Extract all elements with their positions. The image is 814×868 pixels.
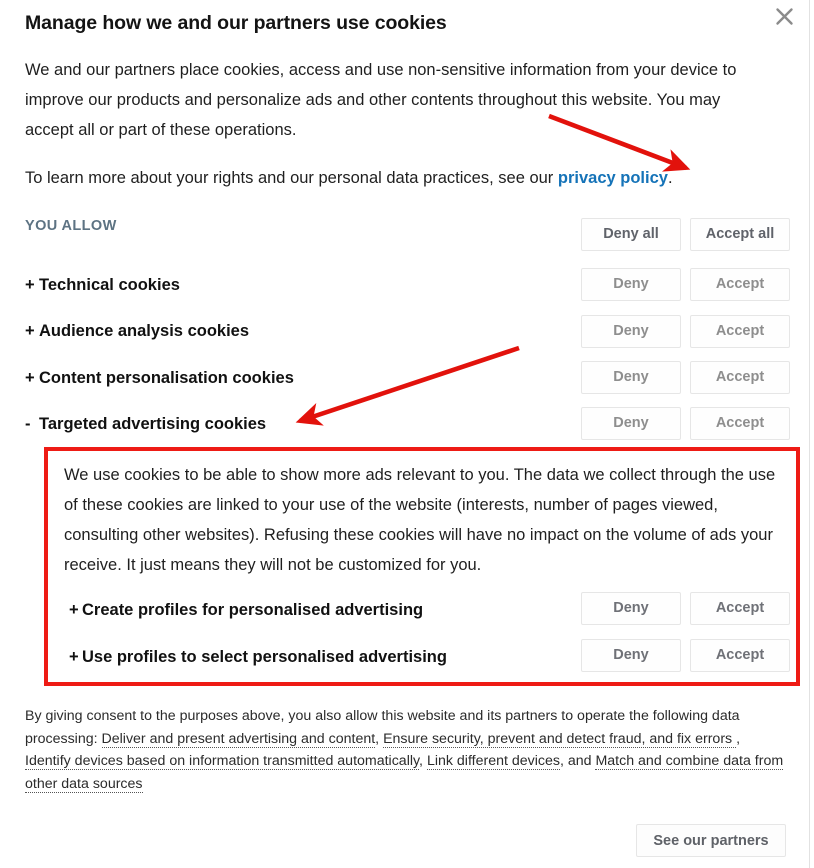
category-row-technical-cookies[interactable]: + Technical cookies <box>25 274 565 296</box>
close-icon[interactable] <box>769 1 799 31</box>
deny-button[interactable]: Deny <box>581 407 681 440</box>
category-row-content-personalisation-cookies[interactable]: + Content personalisation cookies <box>25 367 565 389</box>
sub-item-create-profiles-for-personalised-advertising[interactable]: + Create profiles for personalised advert… <box>69 599 423 621</box>
accept-all-button[interactable]: Accept all <box>690 218 790 251</box>
deny-button[interactable]: Deny <box>581 639 681 672</box>
sub-item-label: Use profiles to select personalised adve… <box>82 648 447 666</box>
privacy-policy-link[interactable]: privacy policy <box>558 169 668 187</box>
expand-toggle-icon: + <box>25 322 35 340</box>
consent-link-deliver-present-advertising[interactable]: Deliver and present advertising and cont… <box>101 730 376 748</box>
accept-button[interactable]: Accept <box>690 639 790 672</box>
sub-item-label: Create profiles for personalised adverti… <box>82 601 424 619</box>
consent-link-ensure-security[interactable]: Ensure security, prevent and detect frau… <box>383 730 737 748</box>
deny-accept-all-buttons: Deny all Accept all <box>581 218 790 251</box>
separator: , <box>419 753 427 769</box>
separator: , <box>375 730 384 747</box>
targeted-advertising-detail-panel: We use cookies to be able to show more a… <box>44 447 800 686</box>
consent-link-identify-devices[interactable]: Identify devices based on information tr… <box>25 753 420 770</box>
you-allow-label: YOU ALLOW <box>25 218 117 234</box>
accept-button[interactable]: Accept <box>690 315 790 348</box>
deny-accept-buttons-targeted-advertising-cookies: Deny Accept <box>581 407 790 440</box>
expand-toggle-icon: + <box>69 601 79 619</box>
accept-button[interactable]: Accept <box>690 407 790 440</box>
cookie-consent-dialog: Manage how we and our partners use cooki… <box>0 0 810 868</box>
category-label: Technical cookies <box>39 276 180 294</box>
detail-description: We use cookies to be able to show more a… <box>64 466 776 574</box>
page-title: Manage how we and our partners use cooki… <box>25 12 447 34</box>
deny-accept-buttons-technical-cookies: Deny Accept <box>581 268 790 301</box>
intro-paragraph-2-prefix: To learn more about your rights and our … <box>25 169 558 187</box>
separator: , <box>736 730 741 747</box>
accept-button[interactable]: Accept <box>690 268 790 301</box>
deny-button[interactable]: Deny <box>581 315 681 348</box>
accept-button[interactable]: Accept <box>690 592 790 625</box>
sub-item-use-profiles-to-select-personalised-advertising[interactable]: + Use profiles to select personalised adv… <box>69 646 447 668</box>
expand-toggle-icon: + <box>25 369 35 387</box>
intro-paragraph-1: We and our partners place cookies, acces… <box>25 61 737 139</box>
consent-footer-text: By giving consent to the purposes above,… <box>25 705 785 795</box>
category-row-audience-analysis-cookies[interactable]: + Audience analysis cookies <box>25 320 565 342</box>
see-our-partners-button[interactable]: See our partners <box>636 824 786 857</box>
category-label: Targeted advertising cookies <box>39 415 267 433</box>
category-label: Content personalisation cookies <box>39 369 294 387</box>
expand-toggle-icon: + <box>25 276 35 294</box>
accept-button[interactable]: Accept <box>690 361 790 394</box>
category-row-targeted-advertising-cookies[interactable]: - Targeted advertising cookies <box>25 413 565 435</box>
expand-toggle-icon: + <box>69 648 79 666</box>
intro-text: We and our partners place cookies, acces… <box>25 55 755 193</box>
deny-button[interactable]: Deny <box>581 361 681 394</box>
separator: , and <box>559 753 596 769</box>
collapse-toggle-icon: - <box>25 415 31 433</box>
category-label: Audience analysis cookies <box>39 322 250 340</box>
consent-link-link-different-devices[interactable]: Link different devices <box>426 753 560 770</box>
deny-accept-buttons-audience-analysis-cookies: Deny Accept <box>581 315 790 348</box>
deny-all-button[interactable]: Deny all <box>581 218 681 251</box>
deny-accept-buttons-use-profiles: Deny Accept <box>581 639 790 672</box>
deny-button[interactable]: Deny <box>581 592 681 625</box>
deny-button[interactable]: Deny <box>581 268 681 301</box>
dialog-header: Manage how we and our partners use cooki… <box>25 8 789 42</box>
deny-accept-buttons-create-profiles: Deny Accept <box>581 592 790 625</box>
intro-paragraph-2-suffix: . <box>667 169 673 187</box>
deny-accept-buttons-content-personalisation-cookies: Deny Accept <box>581 361 790 394</box>
intro-paragraph-2: To learn more about your rights and our … <box>25 163 755 193</box>
